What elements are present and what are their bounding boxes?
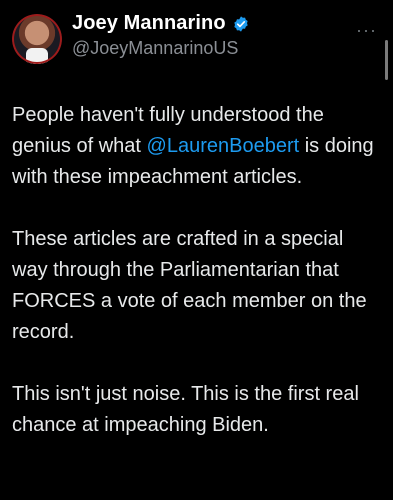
- avatar-ring: [12, 14, 62, 64]
- tweet-body: People haven't fully understood the geni…: [12, 100, 380, 472]
- tweet-paragraph-2: These articles are crafted in a special …: [12, 228, 367, 343]
- tweet-paragraph-1: People haven't fully understood the geni…: [12, 100, 380, 193]
- more-icon[interactable]: ···: [356, 20, 377, 41]
- mention-link[interactable]: @LaurenBoebert: [147, 135, 300, 157]
- scrollbar[interactable]: [385, 40, 388, 80]
- display-name[interactable]: Joey Mannarino: [72, 12, 226, 35]
- name-row: Joey Mannarino: [72, 12, 250, 35]
- tweet-paragraph-3: This isn't just noise. This is the first…: [12, 383, 359, 436]
- verified-badge-icon: [233, 15, 248, 32]
- tweet-header: Joey Mannarino @JoeyMannarinoUS ···: [12, 12, 381, 72]
- handle[interactable]: @JoeyMannarinoUS: [72, 38, 238, 59]
- avatar[interactable]: [12, 14, 62, 64]
